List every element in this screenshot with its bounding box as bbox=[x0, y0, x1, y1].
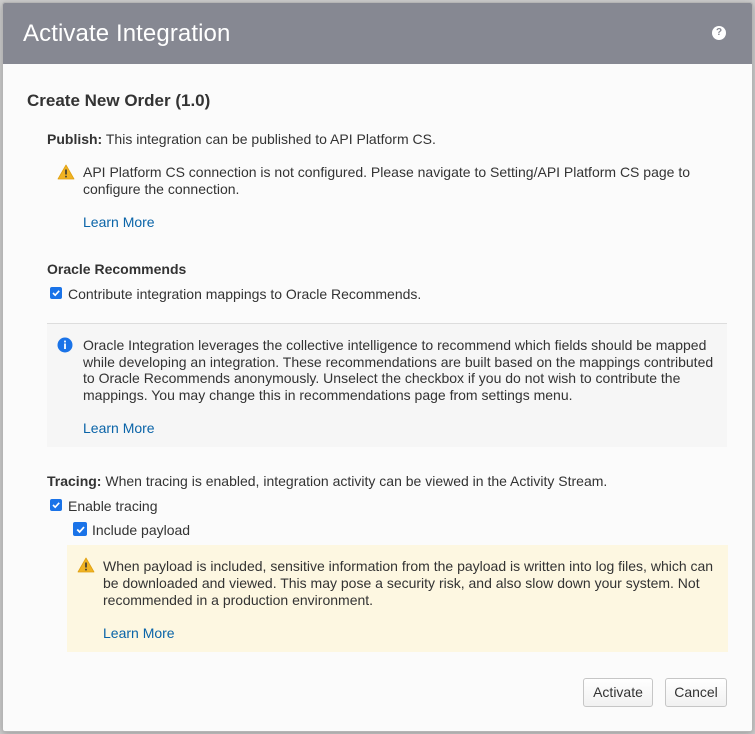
payload-warning-line-1: When payload is included, sensitive info… bbox=[103, 558, 714, 574]
publish-warning-line-2: configure the connection. bbox=[83, 181, 240, 197]
enable-tracing-label: Enable tracing bbox=[68, 498, 158, 514]
publish-learn-more-link[interactable]: Learn More bbox=[83, 214, 155, 230]
tracing-label: Tracing: bbox=[47, 473, 102, 489]
activate-integration-dialog: Activate Integration ? Create New Order … bbox=[2, 2, 753, 732]
recommends-info-line-1: Oracle Integration leverages the collect… bbox=[83, 337, 707, 353]
publish-label: Publish: bbox=[47, 131, 103, 147]
dialog-titlebar: Activate Integration ? bbox=[3, 3, 752, 64]
publish-line: Publish: This integration can be publish… bbox=[47, 131, 436, 147]
recommends-learn-more-link[interactable]: Learn More bbox=[83, 420, 155, 436]
payload-warning-line-3: recommended in a production environment. bbox=[103, 592, 374, 608]
include-payload-label: Include payload bbox=[92, 522, 191, 538]
tracing-text: When tracing is enabled, integration act… bbox=[101, 473, 608, 489]
payload-warning-line-2: be downloaded and viewed. This may pose … bbox=[103, 575, 700, 591]
warning-icon bbox=[77, 557, 95, 573]
activate-button[interactable]: Activate bbox=[583, 678, 653, 707]
integration-title: Create New Order (1.0) bbox=[27, 91, 211, 110]
recommends-info-line-3: to Oracle Recommends anonymously. Unsele… bbox=[83, 370, 681, 386]
payload-learn-more-link[interactable]: Learn More bbox=[103, 625, 175, 641]
tracing-line: Tracing: When tracing is enabled, integr… bbox=[47, 473, 607, 489]
dialog-title: Activate Integration bbox=[23, 19, 231, 47]
contribute-checkbox-label: Contribute integration mappings to Oracl… bbox=[68, 286, 422, 302]
recommends-info-line-2: while developing an integration. These r… bbox=[83, 354, 714, 370]
cancel-button[interactable]: Cancel bbox=[665, 678, 727, 707]
recommends-heading: Oracle Recommends bbox=[47, 261, 187, 277]
check-icon bbox=[76, 525, 85, 533]
warning-icon bbox=[57, 164, 75, 180]
contribute-checkbox[interactable] bbox=[50, 287, 62, 299]
check-icon bbox=[52, 290, 60, 297]
info-icon bbox=[57, 337, 73, 353]
publish-text: This integration can be published to API… bbox=[102, 131, 436, 147]
help-icon[interactable]: ? bbox=[712, 26, 726, 40]
check-icon bbox=[52, 502, 60, 509]
enable-tracing-checkbox[interactable] bbox=[50, 499, 62, 511]
recommends-info-line-4: mappings. You may change this in recomme… bbox=[83, 387, 573, 403]
publish-warning-line-1: API Platform CS connection is not config… bbox=[83, 164, 690, 180]
include-payload-checkbox[interactable] bbox=[73, 522, 87, 536]
